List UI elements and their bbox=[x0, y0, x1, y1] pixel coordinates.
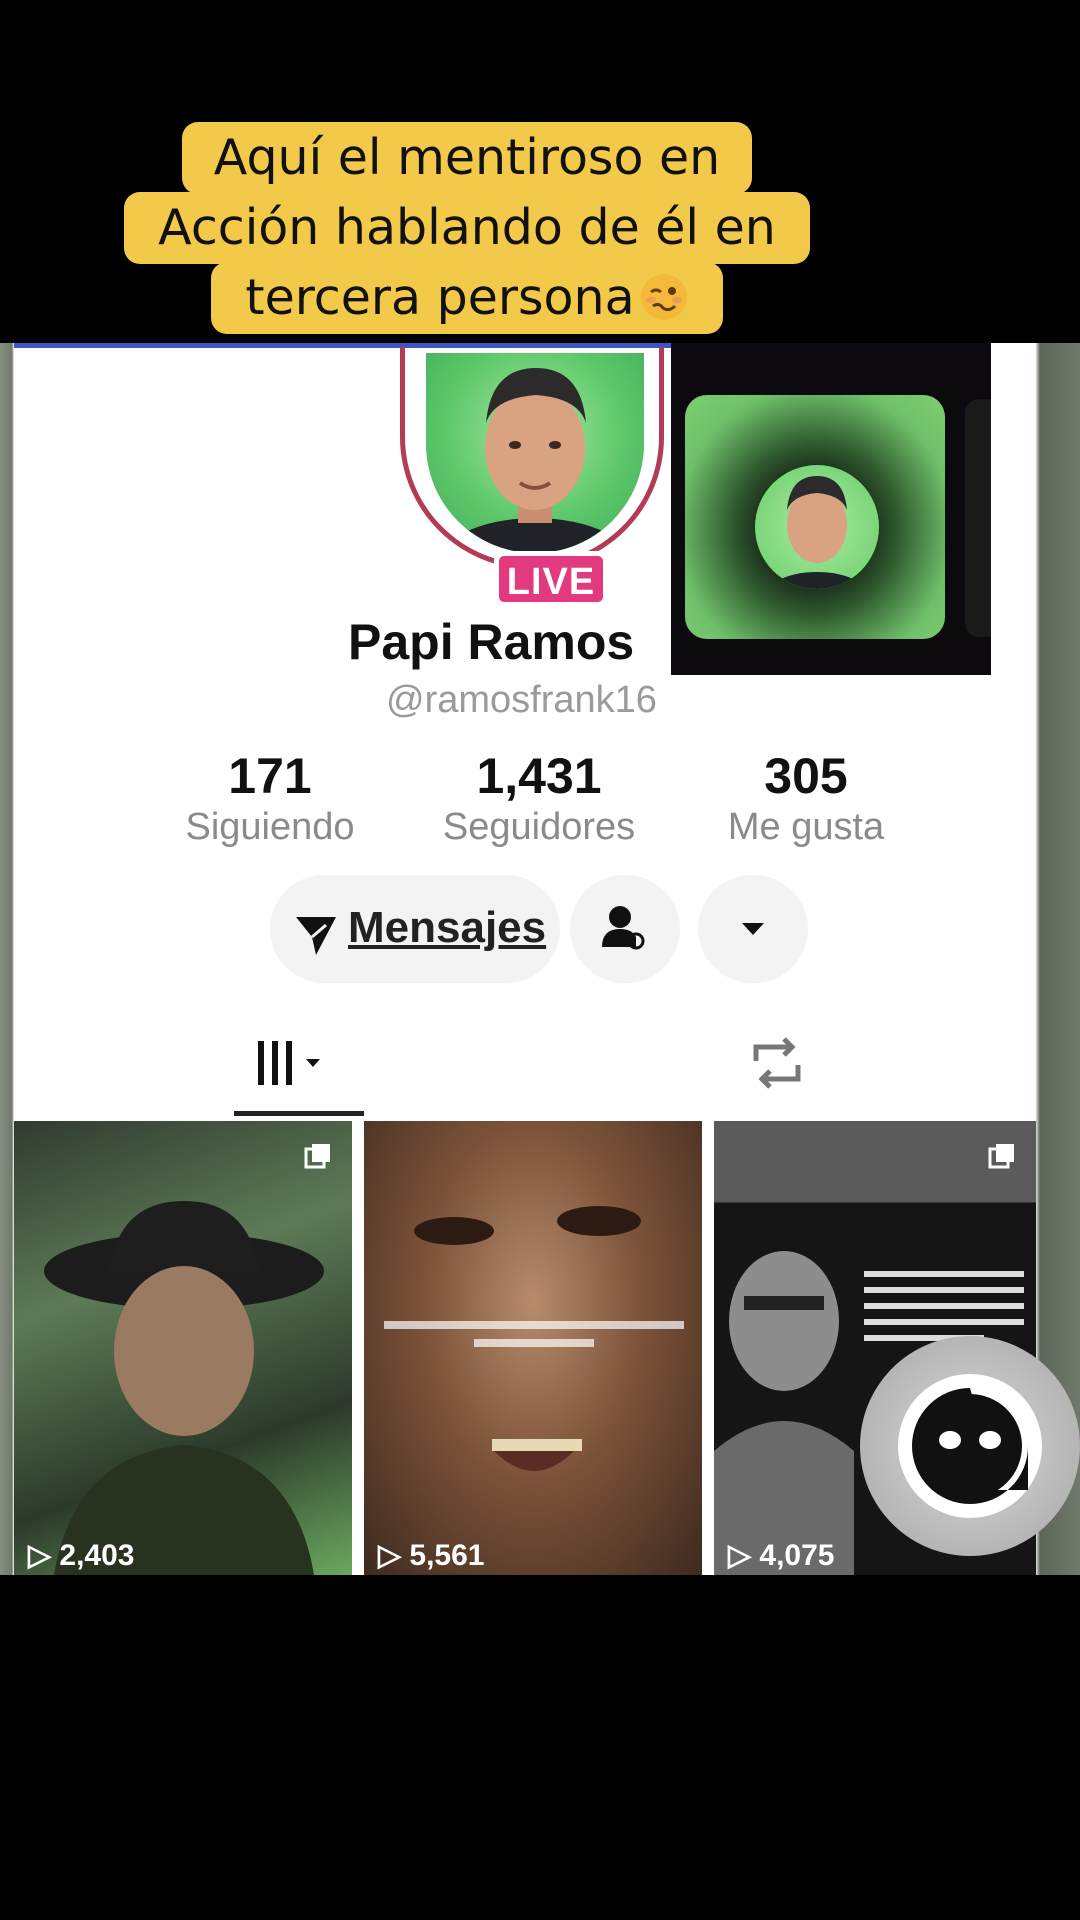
caret-down-icon bbox=[742, 923, 764, 935]
stat-following[interactable]: 171 Siguiendo bbox=[150, 747, 390, 849]
view-count-value: 4,075 bbox=[759, 1539, 835, 1572]
username-handle: @ramosfrank16 bbox=[386, 679, 657, 721]
video-thumbnail[interactable]: ▷ 2,403 bbox=[14, 1121, 352, 1575]
avatar-face-icon bbox=[766, 476, 868, 589]
view-count: ▷ 2,403 bbox=[28, 1539, 135, 1572]
stat-following-label: Siguiendo bbox=[185, 806, 355, 848]
messages-label: Mensajes bbox=[348, 903, 547, 952]
stat-likes-value: 305 bbox=[764, 748, 848, 804]
live-badge[interactable]: LIVE bbox=[494, 551, 608, 607]
caption-text-1: Aquí el mentiroso en bbox=[213, 129, 721, 186]
stat-followers[interactable]: 1,431 Seguidores bbox=[419, 747, 659, 849]
cowboy-image bbox=[44, 1201, 324, 1575]
view-count: ▷ 5,561 bbox=[378, 1539, 485, 1572]
more-button[interactable] bbox=[698, 875, 808, 983]
woozy-face-emoji bbox=[640, 274, 687, 320]
multi-image-icon bbox=[304, 1144, 330, 1169]
videos-grid-icon[interactable] bbox=[254, 1033, 334, 1093]
caption-line-3: tercera persona bbox=[211, 262, 723, 334]
send-icon bbox=[296, 917, 336, 955]
repost-icon[interactable] bbox=[746, 1033, 808, 1093]
live-preview-pip[interactable] bbox=[671, 343, 991, 675]
chat-bubble-button[interactable] bbox=[860, 1336, 1080, 1556]
caption-text-2: Acción hablando de él en bbox=[158, 199, 776, 256]
face-closeup-image bbox=[384, 1206, 684, 1471]
stat-likes-label: Me gusta bbox=[727, 806, 885, 848]
stat-following-value: 171 bbox=[228, 748, 312, 804]
caption-line-2: Acción hablando de él en bbox=[124, 192, 810, 264]
pip-card bbox=[685, 395, 945, 639]
stat-followers-label: Seguidores bbox=[442, 806, 636, 848]
tab-indicator bbox=[234, 1111, 364, 1116]
chat-bot-icon bbox=[898, 1374, 1042, 1518]
multi-image-icon bbox=[988, 1144, 1014, 1169]
view-count-value: 2,403 bbox=[59, 1539, 135, 1572]
caption-line-1: Aquí el mentiroso en bbox=[182, 122, 752, 194]
display-name: Papi Ramos bbox=[348, 614, 635, 670]
view-count-value: 5,561 bbox=[409, 1539, 485, 1572]
video-thumbnail[interactable]: ▷ 5,561 bbox=[364, 1121, 702, 1575]
view-count: ▷ 4,075 bbox=[728, 1539, 835, 1572]
stat-followers-value: 1,431 bbox=[476, 748, 602, 804]
pip-next-card bbox=[965, 399, 991, 637]
pip-avatar bbox=[755, 465, 879, 589]
friends-button[interactable] bbox=[570, 875, 680, 983]
caption-text-3: tercera persona bbox=[245, 269, 635, 326]
stat-likes[interactable]: 305 Me gusta bbox=[686, 747, 926, 849]
messages-button[interactable]: Mensajes bbox=[270, 875, 560, 983]
person-icon bbox=[602, 906, 645, 950]
